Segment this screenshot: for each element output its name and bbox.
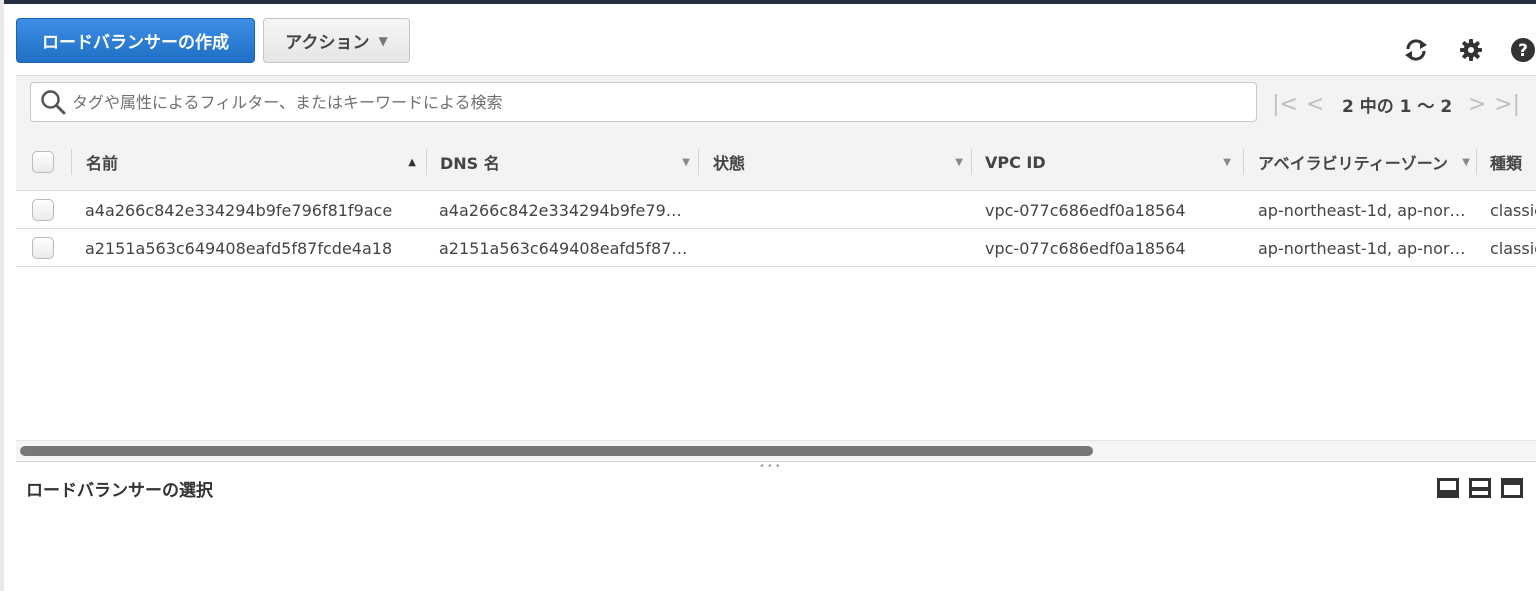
- column-divider: [426, 149, 427, 175]
- help-icon[interactable]: ?: [1508, 35, 1536, 65]
- pagination: |< < 2 中の 1 〜 2 > >|: [1270, 89, 1522, 119]
- cell-type: classic: [1490, 238, 1536, 258]
- column-divider: [698, 149, 699, 175]
- column-header-az[interactable]: アベイラビリティーゾーン ▼: [1258, 133, 1476, 191]
- top-bar: [0, 0, 1536, 4]
- actions-dropdown-button[interactable]: アクション ▼: [263, 18, 410, 63]
- chevron-down-icon: ▼: [378, 33, 388, 48]
- layout-top-large-icon[interactable]: [1501, 478, 1523, 498]
- cell-name: a4a266c842e334294b9fe796f81f9ace: [85, 200, 393, 220]
- prev-page-icon[interactable]: <: [1300, 92, 1330, 117]
- column-divider: [1243, 149, 1244, 175]
- cell-name: a2151a563c649408eafd5f87fcde4a18: [85, 238, 393, 258]
- row-checkbox[interactable]: [32, 199, 54, 221]
- sort-asc-icon: ▲: [408, 156, 416, 168]
- cell-state: [713, 229, 969, 267]
- column-header-az-label: アベイラビリティーゾーン: [1258, 154, 1448, 173]
- column-divider: [1476, 149, 1477, 175]
- search-icon: [40, 89, 66, 115]
- next-page-icon[interactable]: >: [1462, 92, 1492, 117]
- row-select-cell: [32, 191, 62, 229]
- cell-dns: a2151a563c649408eafd5f87…: [439, 238, 688, 258]
- svg-text:?: ?: [1518, 41, 1528, 61]
- pagination-text: 2 中の 1 〜 2: [1342, 96, 1453, 117]
- column-header-vpc[interactable]: VPC ID ▼: [985, 133, 1237, 191]
- column-header-name[interactable]: 名前 ▲: [86, 133, 422, 191]
- column-header-name-label: 名前: [86, 154, 119, 173]
- column-header-state-label: 状態: [713, 154, 746, 173]
- table-row[interactable]: a2151a563c649408eafd5f87fcde4a18 a2151a5…: [16, 229, 1536, 267]
- column-header-dns-label: DNS 名: [440, 154, 500, 173]
- panel-layout-controls: [1437, 478, 1523, 498]
- column-header-type-label: 種類: [1490, 154, 1523, 173]
- row-select-cell: [32, 229, 62, 267]
- table-header: 名前 ▲ DNS 名 ▼ 状態 ▼ VPC ID ▼ アベイラビリティーゾーン …: [16, 133, 1536, 191]
- table-row[interactable]: a4a266c842e334294b9fe796f81f9ace a4a266c…: [16, 191, 1536, 229]
- left-border: [0, 0, 4, 591]
- cell-type: classic: [1490, 200, 1536, 220]
- column-header-dns[interactable]: DNS 名 ▼: [440, 133, 696, 191]
- scrollbar-thumb[interactable]: [20, 446, 1093, 456]
- create-load-balancer-button[interactable]: ロードバランサーの作成: [16, 18, 255, 63]
- sort-icon: ▼: [682, 156, 690, 168]
- column-header-state[interactable]: 状態 ▼: [713, 133, 969, 191]
- sort-icon: ▼: [955, 156, 963, 168]
- create-load-balancer-label: ロードバランサーの作成: [42, 33, 229, 53]
- cell-az: ap-northeast-1d, ap-nor…: [1258, 200, 1466, 220]
- panel-splitter[interactable]: •••: [16, 461, 1536, 472]
- cell-vpc: vpc-077c686edf0a18564: [985, 200, 1186, 220]
- sort-icon: ▼: [1223, 156, 1231, 168]
- cell-dns: a4a266c842e334294b9fe79…: [439, 200, 682, 220]
- actions-label: アクション: [285, 33, 370, 53]
- refresh-icon[interactable]: [1401, 35, 1431, 65]
- search-input[interactable]: [72, 92, 1222, 112]
- select-all-checkbox[interactable]: [32, 151, 54, 173]
- cell-az: ap-northeast-1d, ap-nor…: [1258, 238, 1466, 258]
- sort-icon: ▼: [1462, 156, 1470, 168]
- drag-handle-icon[interactable]: •••: [759, 462, 783, 472]
- horizontal-scrollbar[interactable]: [16, 440, 1536, 460]
- layout-bottom-large-icon[interactable]: [1437, 478, 1459, 498]
- cell-vpc: vpc-077c686edf0a18564: [985, 238, 1186, 258]
- last-page-icon[interactable]: >|: [1492, 92, 1522, 117]
- first-page-icon[interactable]: |<: [1270, 92, 1300, 117]
- select-all-cell: [32, 133, 62, 191]
- gear-icon[interactable]: [1456, 35, 1486, 65]
- row-checkbox[interactable]: [32, 237, 54, 259]
- cell-state: [713, 191, 969, 229]
- layout-split-icon[interactable]: [1469, 478, 1491, 498]
- column-divider: [71, 149, 72, 175]
- detail-panel-title: ロードバランサーの選択: [26, 481, 213, 501]
- column-divider: [971, 149, 972, 175]
- column-header-vpc-label: VPC ID: [985, 152, 1046, 172]
- search-box[interactable]: [30, 82, 1257, 122]
- column-header-type[interactable]: 種類: [1490, 133, 1536, 191]
